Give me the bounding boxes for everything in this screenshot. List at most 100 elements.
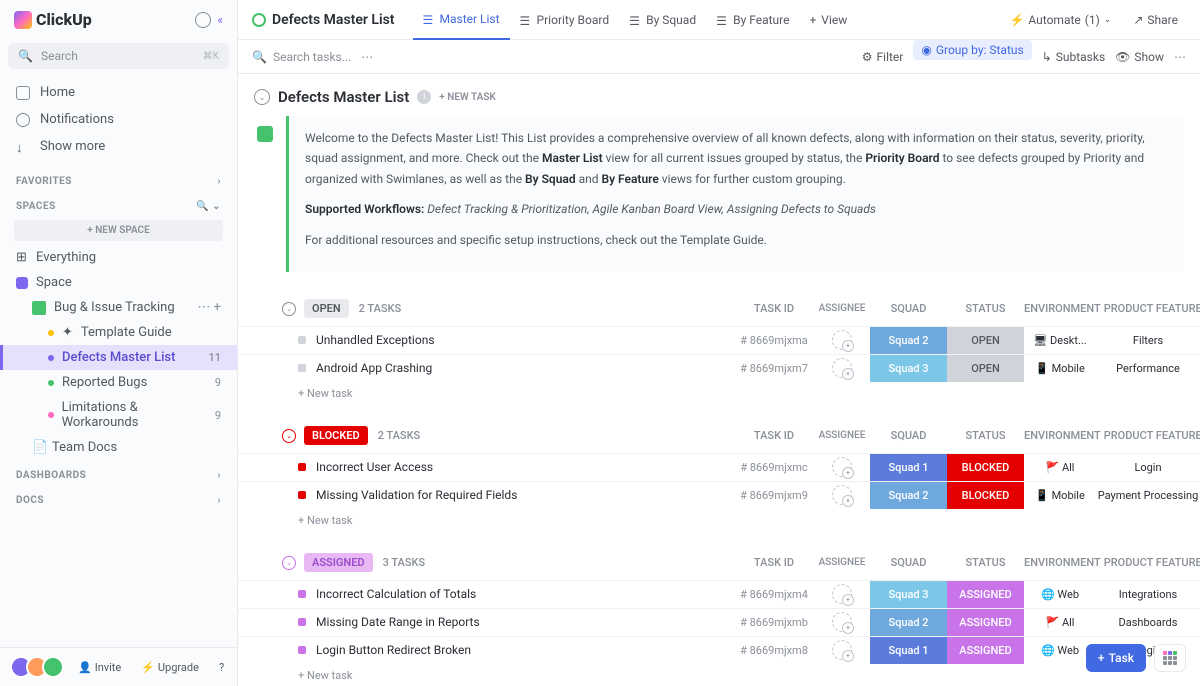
col-env[interactable]: ENVIRONMENT [1024, 429, 1101, 442]
new-task-button[interactable]: + NEW TASK [439, 92, 496, 103]
upgrade-button[interactable]: ⚡ Upgrade [135, 657, 205, 678]
collapse-icon[interactable]: ⌄ [254, 89, 270, 105]
more-icon[interactable]: ⋯ [361, 50, 373, 64]
tree-list-item[interactable]: Reported Bugs9 [0, 370, 237, 395]
folder-actions[interactable]: ⋯ + [197, 300, 221, 315]
invite-button[interactable]: 👤 Invite [72, 657, 127, 678]
new-task-row[interactable]: + New task [238, 382, 1200, 405]
task-row[interactable]: Incorrect User Access # 8669mjxmc Squad … [238, 453, 1200, 481]
col-assignee[interactable]: ASSIGNEE [814, 303, 870, 314]
new-task-row[interactable]: + New task [238, 509, 1200, 532]
assignee-cell[interactable] [814, 612, 870, 632]
col-feature[interactable]: PRODUCT FEATURE [1101, 429, 1200, 442]
spaces-actions[interactable]: 🔍 ⌄ [196, 201, 221, 212]
subtasks-button[interactable]: ↳ Subtasks [1042, 50, 1105, 64]
env-cell[interactable]: 📱 Mobile [1024, 362, 1096, 375]
squad-cell[interactable]: Squad 2 [870, 327, 947, 354]
docs-section[interactable]: DOCS› [0, 485, 237, 510]
col-squad[interactable]: SQUAD [870, 302, 947, 315]
task-row[interactable]: Incorrect Calculation of Totals # 8669mj… [238, 580, 1200, 608]
new-task-row[interactable]: + New task [238, 664, 1200, 686]
feature-cell[interactable]: Login [1096, 461, 1200, 474]
tree-list-item[interactable]: ✦Template Guide [0, 320, 237, 345]
assignee-cell[interactable] [814, 330, 870, 350]
dashboards-section[interactable]: DASHBOARDS› [0, 460, 237, 485]
assignee-cell[interactable] [814, 485, 870, 505]
env-cell[interactable]: 🚩 All [1024, 616, 1096, 629]
nav-home[interactable]: Home [0, 79, 237, 106]
group-toggle[interactable]: ⌄ASSIGNED3 TASKS [282, 553, 425, 572]
view-tab[interactable]: ☰ Master List [413, 0, 510, 40]
feature-cell[interactable]: Integrations [1096, 588, 1200, 601]
feature-cell[interactable]: Filters [1096, 334, 1200, 347]
tree-space[interactable]: Space [0, 270, 237, 295]
view-tab[interactable]: + View [799, 0, 857, 40]
collapse-sidebar-icon[interactable]: « [217, 13, 223, 27]
tree-list-item[interactable]: Defects Master List11 [0, 345, 237, 370]
status-cell[interactable]: ASSIGNED [947, 637, 1024, 664]
squad-cell[interactable]: Squad 3 [870, 355, 947, 382]
assignee-cell[interactable] [814, 640, 870, 660]
col-status[interactable]: STATUS [947, 556, 1024, 569]
tree-team-docs[interactable]: 📄Team Docs [0, 435, 237, 460]
show-button[interactable]: 👁 Show [1115, 50, 1164, 64]
task-row[interactable]: Login Button Redirect Broken # 8669mjxm8… [238, 636, 1200, 664]
squad-cell[interactable]: Squad 2 [870, 609, 947, 636]
tree-everything[interactable]: ⊞Everything [0, 245, 237, 270]
new-task-fab[interactable]: + Task [1086, 644, 1146, 672]
filter-button[interactable]: ⚙ Filter [862, 50, 904, 64]
feature-cell[interactable]: Performance [1096, 362, 1200, 375]
col-squad[interactable]: SQUAD [870, 429, 947, 442]
logo[interactable]: ClickUp [14, 10, 92, 29]
status-cell[interactable]: BLOCKED [947, 482, 1024, 509]
nav-show-more[interactable]: ↓Show more [0, 133, 237, 160]
assignee-cell[interactable] [814, 358, 870, 378]
more-options-icon[interactable]: ⋯ [1174, 50, 1186, 64]
favorites-section[interactable]: FAVORITES› [0, 166, 237, 191]
env-cell[interactable]: 🚩 All [1024, 461, 1096, 474]
group-by-button[interactable]: ◉ Group by: Status [913, 40, 1031, 60]
col-assignee[interactable]: ASSIGNEE [814, 430, 870, 441]
group-toggle[interactable]: ⌄BLOCKED2 TASKS [282, 426, 420, 445]
col-feature[interactable]: PRODUCT FEATURE [1101, 556, 1200, 569]
env-cell[interactable]: 🖥 Deskt... [1024, 334, 1096, 347]
task-row[interactable]: Missing Validation for Required Fields #… [238, 481, 1200, 509]
col-status[interactable]: STATUS [947, 302, 1024, 315]
col-env[interactable]: ENVIRONMENT [1024, 556, 1101, 569]
squad-cell[interactable]: Squad 1 [870, 454, 947, 481]
share-button[interactable]: ↗ Share [1125, 9, 1186, 31]
list-status-icon[interactable] [252, 13, 266, 27]
assignee-cell[interactable] [814, 457, 870, 477]
view-tab[interactable]: ☰ Priority Board [510, 0, 620, 40]
info-icon[interactable]: i [417, 90, 431, 104]
view-tab[interactable]: ☰ By Feature [706, 0, 799, 40]
task-search[interactable]: 🔍Search tasks... [252, 50, 351, 64]
col-squad[interactable]: SQUAD [870, 556, 947, 569]
member-avatars[interactable] [10, 656, 64, 678]
col-feature[interactable]: PRODUCT FEATURE [1101, 302, 1200, 315]
task-row[interactable]: Android App Crashing # 8669mjxm7 Squad 3… [238, 354, 1200, 382]
settings-icon[interactable] [195, 12, 211, 28]
env-cell[interactable]: 🌐 Web [1024, 588, 1096, 601]
col-assignee[interactable]: ASSIGNEE [814, 557, 870, 568]
status-cell[interactable]: ASSIGNED [947, 581, 1024, 608]
status-cell[interactable]: ASSIGNED [947, 609, 1024, 636]
automate-button[interactable]: ⚡ Automate (1) ⌄ [1001, 9, 1119, 31]
env-cell[interactable]: 📱 Mobile [1024, 489, 1096, 502]
apps-fab[interactable] [1154, 644, 1186, 672]
assignee-cell[interactable] [814, 584, 870, 604]
help-button[interactable]: ? [213, 657, 230, 678]
status-cell[interactable]: BLOCKED [947, 454, 1024, 481]
spaces-section[interactable]: SPACES🔍 ⌄ [0, 191, 237, 216]
status-cell[interactable]: OPEN [947, 355, 1024, 382]
squad-cell[interactable]: Squad 3 [870, 581, 947, 608]
group-toggle[interactable]: ⌄OPEN2 TASKS [282, 299, 401, 318]
nav-notifications[interactable]: Notifications [0, 106, 237, 133]
squad-cell[interactable]: Squad 2 [870, 482, 947, 509]
col-task-id[interactable]: TASK ID [734, 302, 814, 315]
col-status[interactable]: STATUS [947, 429, 1024, 442]
feature-cell[interactable]: Payment Processing [1096, 489, 1200, 502]
task-row[interactable]: Unhandled Exceptions # 8669mjxma Squad 2… [238, 326, 1200, 354]
col-task-id[interactable]: TASK ID [734, 429, 814, 442]
col-task-id[interactable]: TASK ID [734, 556, 814, 569]
